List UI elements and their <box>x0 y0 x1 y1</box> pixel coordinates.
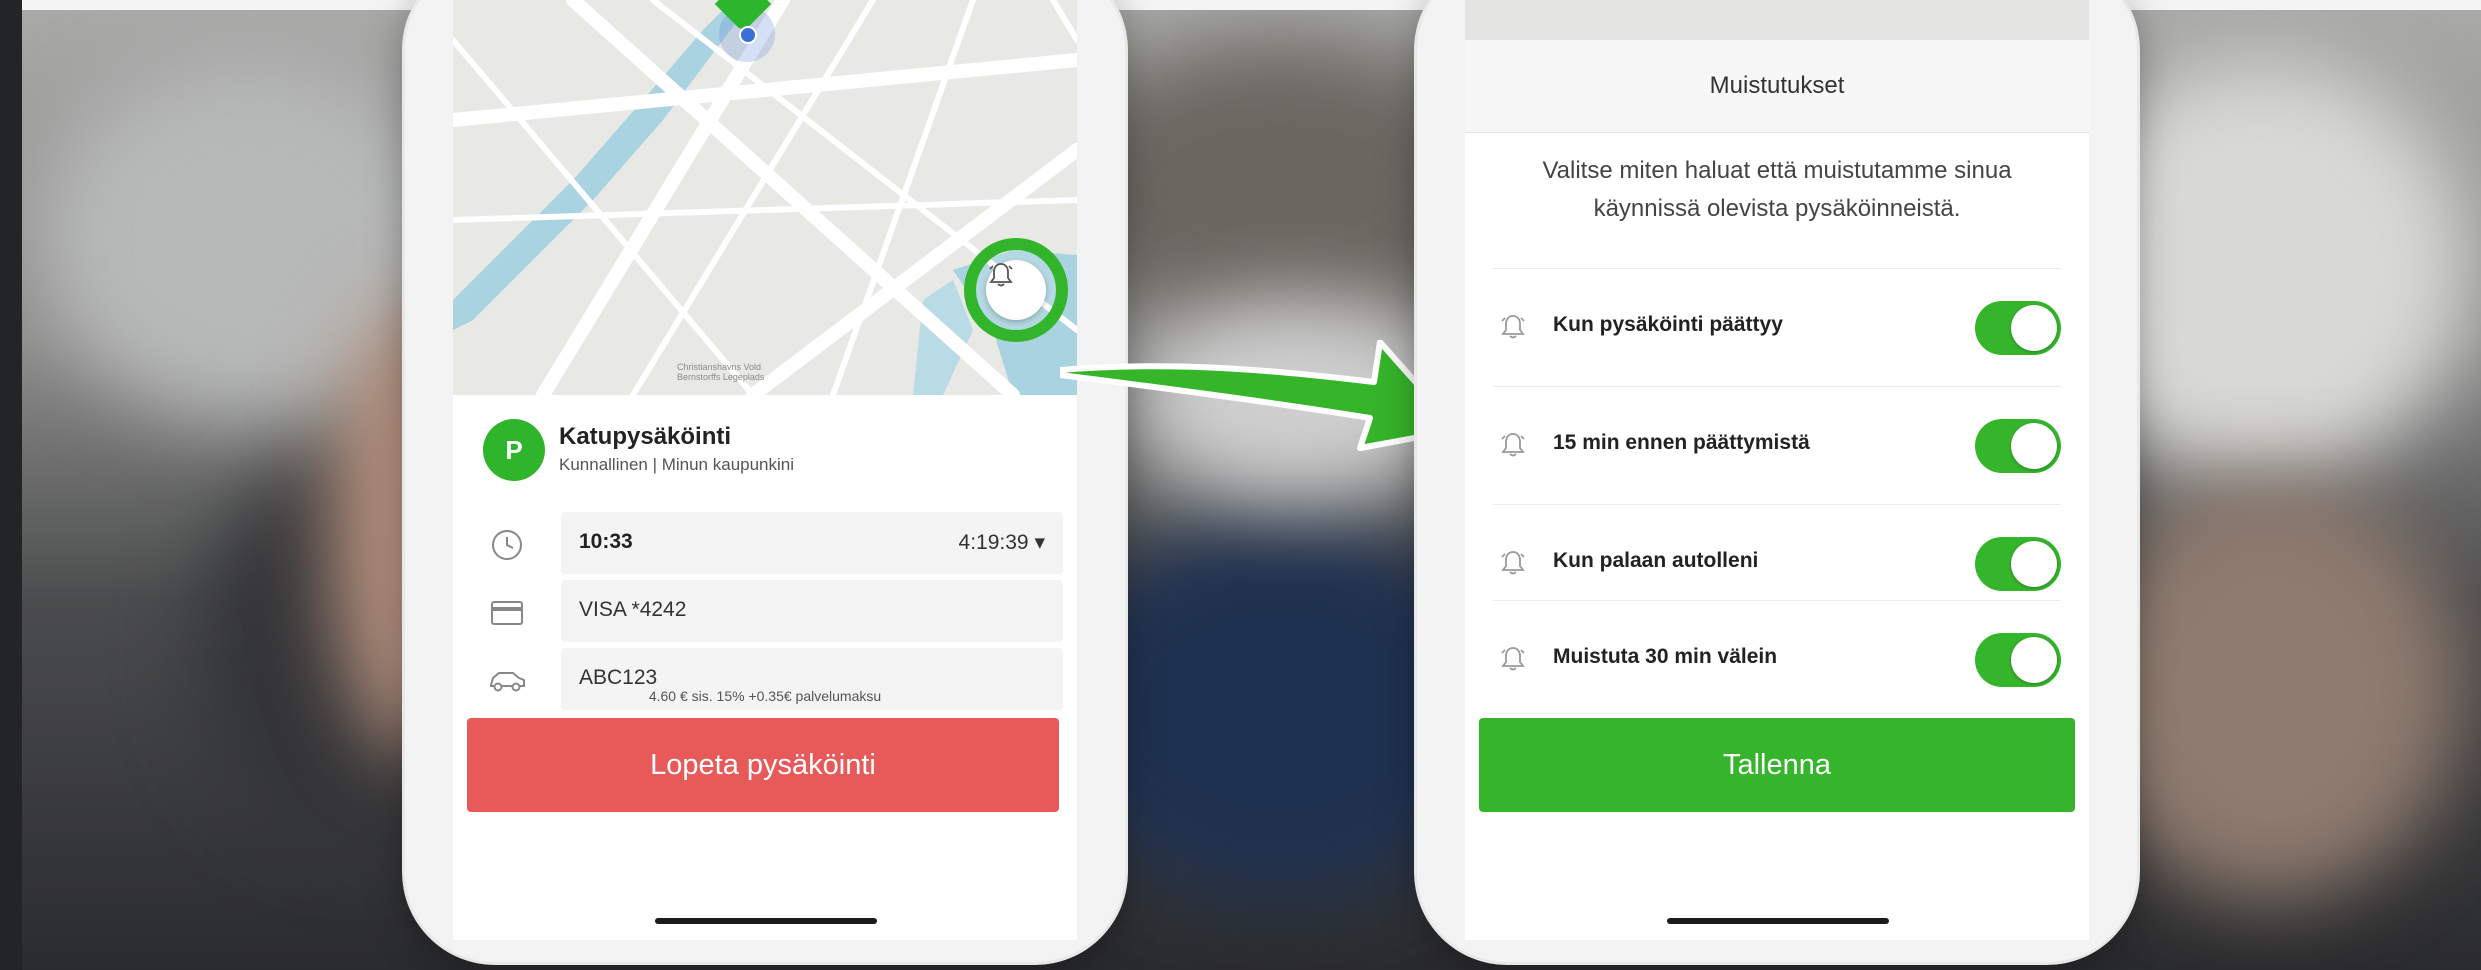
right-phone: Muistutukset Valitse miten haluat että m… <box>1417 0 2137 962</box>
setting-label: Muistuta 30 min välein <box>1553 645 1778 668</box>
setting-every-30-min[interactable]: Muistuta 30 min välein <box>1493 600 2061 719</box>
save-button[interactable]: Tallenna <box>1479 718 2075 812</box>
time-field[interactable]: 10:33 4:19:39 ▾ <box>561 512 1063 574</box>
toggle-switch[interactable] <box>1975 301 2061 355</box>
home-indicator[interactable] <box>655 918 877 924</box>
arrow-right-icon <box>1060 340 1460 451</box>
zone-subtitle: Kunnallinen | Minun kaupunkini <box>559 455 795 474</box>
setting-15-min-before-end[interactable]: 15 min ennen päättymistä <box>1493 386 2061 505</box>
payment-method: VISA *4242 <box>579 598 687 621</box>
page-title: Muistutukset <box>1465 40 2089 133</box>
vehicle-row[interactable]: ABC123 <box>473 648 1063 714</box>
toggle-switch[interactable] <box>1975 419 2061 473</box>
toggle-switch[interactable] <box>1975 633 2061 687</box>
payment-row[interactable]: VISA *4242 <box>473 580 1063 646</box>
reminders-button[interactable] <box>986 260 1046 320</box>
price-note: 4.60 € sis. 15% +0.35€ palvelumaksu <box>648 688 882 704</box>
map-credit: Christianshavns Vold Bernstorffs Legepla… <box>677 362 765 382</box>
setting-label: Kun pysäköinti päättyy <box>1553 313 1783 336</box>
zone-title: Katupysäköinti <box>559 423 732 450</box>
bell-icon <box>1493 543 1533 583</box>
bell-icon <box>989 263 1013 287</box>
parking-zone: P Katupysäköinti Kunnallinen | Minun kau… <box>483 415 1063 485</box>
car-icon <box>473 648 541 714</box>
setting-label: Kun palaan autolleni <box>1553 549 1759 572</box>
left-phone: Christianshavns Vold Bernstorffs Legepla… <box>405 0 1125 962</box>
credit-card-icon <box>473 580 541 646</box>
reminders-screen: Muistutukset Valitse miten haluat että m… <box>1465 0 2089 940</box>
current-location-dot <box>739 26 757 44</box>
map-streets <box>453 0 1077 395</box>
reminders-description: Valitse miten haluat että muistutamme si… <box>1542 157 2012 222</box>
bell-icon <box>1493 639 1533 679</box>
parking-session-screen: Christianshavns Vold Bernstorffs Legepla… <box>453 0 1077 940</box>
map-strip <box>1465 0 2089 40</box>
time-row[interactable]: 10:33 4:19:39 ▾ <box>473 512 1063 578</box>
bell-icon <box>1493 307 1533 347</box>
start-time: 10:33 <box>579 530 633 553</box>
home-indicator[interactable] <box>1667 918 1889 924</box>
map-view[interactable]: Christianshavns Vold Bernstorffs Legepla… <box>453 0 1077 395</box>
bell-icon <box>1493 425 1533 465</box>
toggle-switch[interactable] <box>1975 537 2061 591</box>
payment-field[interactable]: VISA *4242 <box>561 580 1063 642</box>
license-plate: ABC123 <box>579 666 658 689</box>
duration-select[interactable]: 4:19:39 ▾ <box>959 530 1045 555</box>
setting-label: 15 min ennen päättymistä <box>1553 431 1810 454</box>
parking-badge: P <box>483 419 545 481</box>
setting-when-parking-ends[interactable]: Kun pysäköinti päättyy <box>1493 268 2061 387</box>
clock-icon <box>473 512 541 578</box>
stop-parking-button[interactable]: Lopeta pysäköinti <box>467 718 1059 812</box>
